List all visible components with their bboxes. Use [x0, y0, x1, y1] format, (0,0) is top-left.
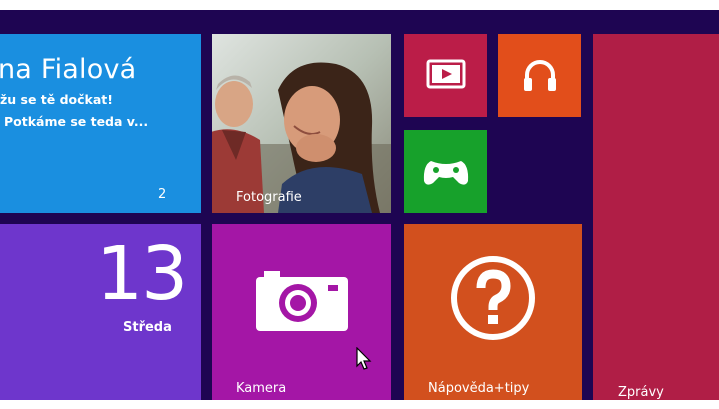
tips-tile[interactable]: Nápověda+tipy: [404, 224, 582, 400]
mail-preview-line: Potkáme se teda v...: [4, 114, 149, 129]
calendar-day-number: 13: [96, 231, 188, 317]
video-play-icon: [426, 59, 466, 89]
games-tile[interactable]: [404, 130, 487, 213]
mouse-pointer-icon: [356, 347, 372, 370]
mail-sender: na Fialová: [0, 54, 137, 85]
mail-tile[interactable]: na Fialová žu se tě dočkat! Potkáme se t…: [0, 34, 201, 213]
news-label: Zprávy: [618, 385, 664, 400]
question-mark-icon: [451, 256, 535, 340]
calendar-tile[interactable]: 13 Středa: [0, 224, 201, 400]
calendar-day-name: Středa: [123, 320, 172, 335]
news-tile[interactable]: Zprávy: [593, 34, 719, 400]
photos-label: Fotografie: [236, 190, 302, 205]
mail-subject-line: žu se tě dočkat!: [0, 92, 113, 107]
headphones-icon: [524, 60, 556, 91]
tips-label: Nápověda+tipy: [428, 381, 530, 396]
mail-unread-count: 2: [158, 187, 167, 202]
camera-icon: [256, 271, 348, 331]
video-tile[interactable]: [404, 34, 487, 117]
start-screen: na Fialová žu se tě dočkat! Potkáme se t…: [0, 10, 719, 400]
camera-tile[interactable]: Kamera: [212, 224, 391, 400]
camera-label: Kamera: [236, 381, 287, 396]
game-controller-icon: [423, 161, 469, 185]
music-tile[interactable]: [498, 34, 581, 117]
photos-tile[interactable]: Fotografie: [212, 34, 391, 213]
photo-image: [212, 34, 391, 213]
